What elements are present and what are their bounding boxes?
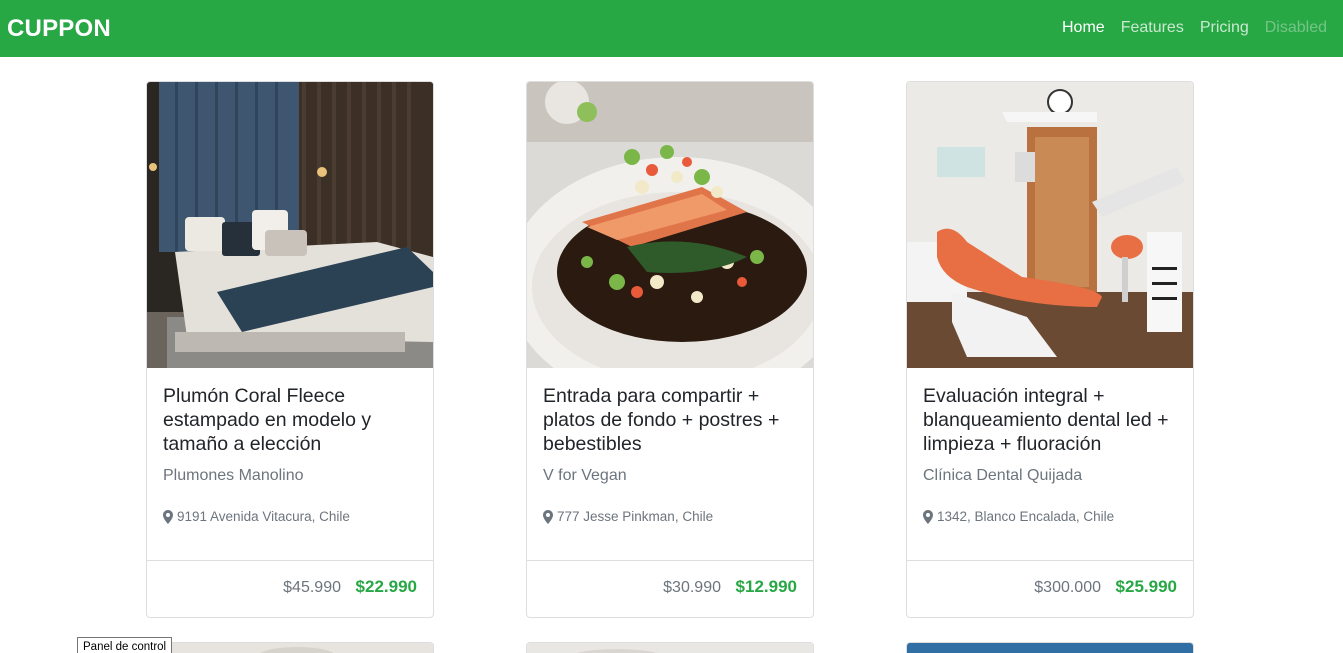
map-marker-icon — [163, 510, 173, 524]
merchant-name: V for Vegan — [543, 467, 627, 484]
brand-logo[interactable]: CUPPON — [7, 14, 111, 44]
deal-card[interactable]: Entrada para compartir + platos de fondo… — [526, 81, 814, 618]
merchant-name: Plumones Manolino — [163, 467, 304, 484]
discount-price: $22.990 — [355, 577, 417, 596]
tooltip: Panel de control — [77, 637, 173, 653]
deal-card-partial[interactable] — [526, 642, 814, 653]
deal-title[interactable]: Evaluación integral + blanqueamiento den… — [923, 384, 1181, 456]
salmon-dish-photo[interactable] — [527, 82, 813, 368]
map-marker-icon — [543, 510, 553, 524]
location-text: 9191 Avenida Vitacura, Chile — [177, 509, 350, 524]
deal-title[interactable]: Plumón Coral Fleece estampado en modelo … — [163, 384, 421, 456]
deal-title[interactable]: Entrada para compartir + platos de fondo… — [543, 384, 801, 456]
location-text: 1342, Blanco Encalada, Chile — [937, 509, 1115, 524]
dental-clinic-photo[interactable] — [907, 82, 1193, 368]
location-text: 777 Jesse Pinkman, Chile — [557, 509, 714, 524]
card-footer: $45.990 $22.990 — [147, 560, 433, 617]
original-price: $300.000 — [1034, 579, 1101, 596]
original-price: $45.990 — [283, 579, 341, 596]
deal-photo — [527, 643, 813, 653]
card-footer: $300.000 $25.990 — [907, 560, 1193, 617]
deal-photo — [147, 643, 433, 653]
deal-photo — [907, 643, 1193, 653]
map-marker-icon — [923, 510, 933, 524]
discount-price: $25.990 — [1115, 577, 1177, 596]
bedroom-photo[interactable] — [147, 82, 433, 368]
card-footer: $30.990 $12.990 — [527, 560, 813, 617]
nav-features-link[interactable]: Features — [1121, 17, 1184, 39]
nav-home-link[interactable]: Home — [1062, 17, 1105, 39]
nav-disabled-link: Disabled — [1264, 19, 1327, 36]
deal-location: 1342, Blanco Encalada, Chile — [923, 508, 1114, 526]
original-price: $30.990 — [663, 579, 721, 596]
merchant-name: Clínica Dental Quijada — [923, 467, 1083, 484]
deal-card[interactable]: Evaluación integral + blanqueamiento den… — [906, 81, 1194, 618]
navbar: CUPPON Home Features Pricing Disabled — [0, 0, 1343, 57]
nav-pricing-link[interactable]: Pricing — [1200, 17, 1249, 39]
nav-links: Home Features Pricing Disabled — [1062, 17, 1327, 39]
deal-card-partial[interactable] — [906, 642, 1194, 653]
deal-location: 9191 Avenida Vitacura, Chile — [163, 508, 350, 526]
deal-card-partial[interactable] — [146, 642, 434, 653]
deal-card[interactable]: Plumón Coral Fleece estampado en modelo … — [146, 81, 434, 618]
discount-price: $12.990 — [735, 577, 797, 596]
deal-location: 777 Jesse Pinkman, Chile — [543, 508, 713, 526]
